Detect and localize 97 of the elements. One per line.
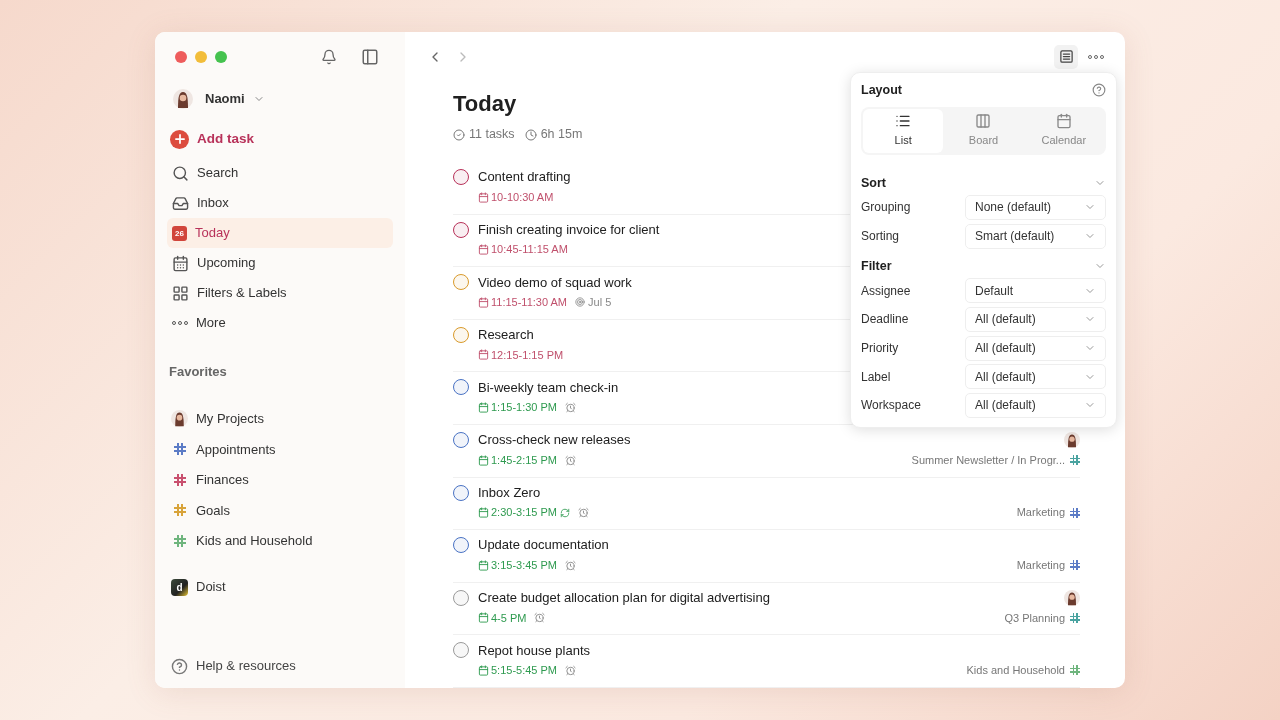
workspace-logo: d [171,578,188,596]
layout-tab[interactable]: List [863,109,944,153]
task-checkbox[interactable] [453,484,469,501]
project-item[interactable]: Finances [167,464,393,495]
task-project: Marketing [1016,557,1065,573]
task-checkbox[interactable] [453,379,469,396]
task-checkbox[interactable] [453,221,469,238]
task-time: 5:15-5:45 PM [491,663,558,679]
project-item[interactable]: Appointments [167,434,393,465]
user-name[interactable]: Naomi [205,89,245,109]
bell-icon[interactable] [321,49,337,65]
more-icon [172,321,188,325]
task-checkbox[interactable] [453,589,469,606]
help-icon[interactable] [1092,83,1106,97]
task-count: 11 tasks [469,126,515,144]
task-time: 12:15-1:15 PM [491,347,564,363]
task-checkbox[interactable] [453,169,469,186]
task-title[interactable]: Cross-check new releases [478,430,631,450]
plus-icon [170,129,189,149]
task-time: 1:45-2:15 PM [491,452,558,468]
popover-heading: Layout [861,81,902,99]
option-label: Priority [861,340,900,358]
task-checkbox[interactable] [453,432,469,449]
grid-icon [172,284,189,302]
avatar-icon [171,410,188,428]
calendar-icon [1055,113,1072,130]
option-select[interactable]: All (default) [965,392,1106,418]
task-time: 4-5 PM [491,610,527,626]
task-project: Marketing [1016,505,1065,521]
option-label: Assignee [861,282,912,300]
task-checkbox[interactable] [453,642,469,659]
page-title: Today [453,90,517,119]
option-label: Grouping [861,199,912,217]
option-select[interactable]: Default [965,278,1106,304]
task-deadline: Jul 5 [588,295,612,310]
nav-item[interactable]: More [167,308,393,338]
task-project: Kids and Household [966,663,1065,679]
check-circle-icon [453,128,465,141]
total-duration: 6h 15m [540,126,583,144]
task-time: 2:30-3:15 PM [491,505,558,521]
help-link[interactable]: Help & resources [167,651,393,681]
search-icon [172,164,189,182]
task-time: 1:15-1:30 PM [491,400,558,416]
nav-item[interactable]: 26 Today [167,218,393,248]
task-title[interactable]: Bi-weekly team check-in [478,377,619,398]
nav-item[interactable]: Filters & Labels [167,278,393,308]
task-time: 11:15-11:30 AM [491,295,568,310]
task-title[interactable]: Video demo of squad work [478,272,632,292]
nav-item[interactable]: Search [167,158,393,188]
deadline-icon [575,297,586,308]
columns-icon [975,113,992,130]
task-time: 10-10:30 AM [491,189,554,205]
workspace-item[interactable]: d Doist [167,572,393,602]
project-item[interactable]: Goals [167,495,393,526]
nav-item[interactable]: Inbox [167,188,393,218]
project-item[interactable]: Kids and Household [167,525,393,556]
section-heading: Filter [861,258,892,275]
option-label: Sorting [861,228,901,246]
calendar-icon: 26 [172,225,187,241]
clock-icon [524,128,537,141]
project-item[interactable]: My Projects [167,403,393,434]
more-icon[interactable] [1088,54,1104,59]
task-project: Summer Newsletter / In Progr... [911,452,1065,468]
option-label: Workspace [861,397,922,415]
task-project: Q3 Planning [1004,610,1065,626]
maximize-button[interactable] [215,51,227,63]
task-title[interactable]: Repot house plants [478,640,591,661]
option-select[interactable]: None (default) [965,194,1106,220]
close-button[interactable] [175,51,187,63]
task-title[interactable]: Create budget allocation plan for digital advertising [478,588,770,608]
add-task-button[interactable]: Add task [167,124,393,154]
task-title[interactable]: Research [478,325,534,345]
option-label: Deadline [861,311,910,329]
option-select[interactable]: All (default) [965,335,1106,361]
sidebar-toggle-icon[interactable] [361,48,379,66]
task-checkbox[interactable] [453,537,469,554]
nav-item[interactable]: Upcoming [167,248,393,278]
task-title[interactable]: Content drafting [478,167,571,187]
inbox-icon [172,194,189,212]
task-checkbox[interactable] [453,274,469,291]
view-options-button[interactable] [1054,44,1078,69]
task-title[interactable]: Update documentation [478,535,609,555]
option-select[interactable]: All (default) [965,364,1106,390]
option-label: Label [861,368,892,386]
avatar-icon [173,89,193,109]
help-icon [171,657,188,675]
task-time: 10:45-11:15 AM [491,242,568,258]
task-time: 3:15-3:45 PM [491,557,558,573]
task-title[interactable]: Inbox Zero [478,482,541,503]
list-icon [1058,49,1074,65]
task-title[interactable]: Finish creating invoice for client [478,219,660,240]
calendar-icon [172,254,189,272]
option-select[interactable]: Smart (default) [965,223,1106,249]
task-checkbox[interactable] [453,326,469,343]
section-heading: Sort [861,174,886,192]
option-select[interactable]: All (default) [965,306,1106,332]
section-heading: Favorites [168,363,228,381]
